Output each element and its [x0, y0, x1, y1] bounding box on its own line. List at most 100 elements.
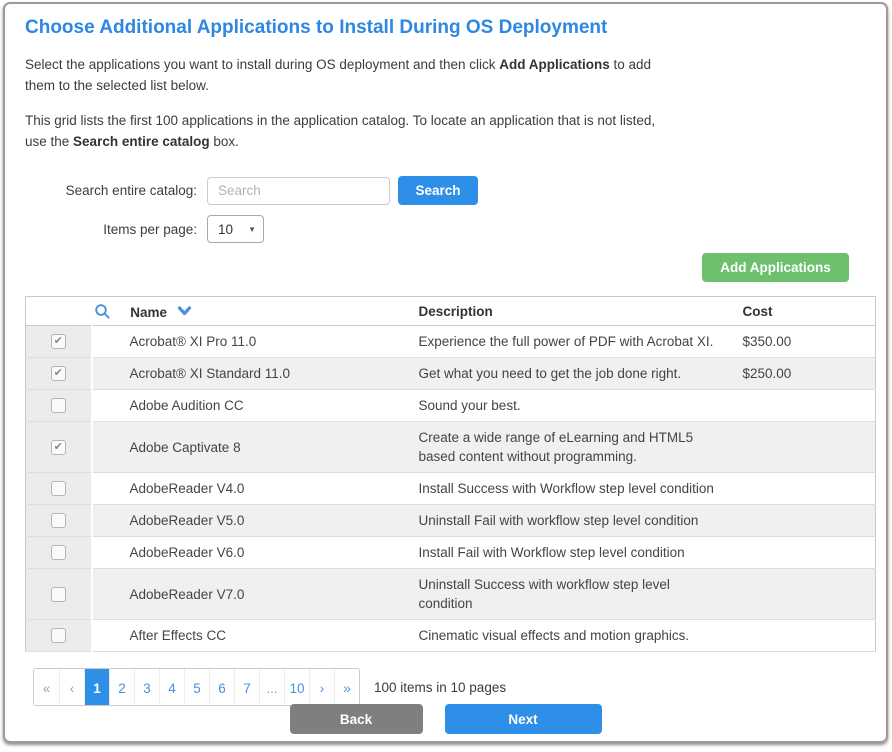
back-button[interactable]: Back — [290, 704, 423, 734]
checkbox-unchecked[interactable] — [51, 398, 66, 413]
pagination-page-2[interactable]: 2 — [109, 669, 134, 706]
column-header-name[interactable]: Name — [130, 305, 167, 320]
search-input[interactable] — [207, 177, 390, 205]
pagination-page-4[interactable]: 4 — [159, 669, 184, 706]
page-title: Choose Additional Applications to Instal… — [25, 17, 866, 39]
items-per-page-label: Items per page: — [25, 222, 207, 237]
chevron-down-icon: ▼ — [248, 225, 256, 234]
column-header-cost[interactable]: Cost — [731, 297, 876, 326]
row-checkbox-cell — [26, 537, 92, 569]
app-cost — [731, 537, 876, 569]
row-checkbox-cell — [26, 473, 92, 505]
row-checkbox-cell: ✔ — [26, 326, 92, 358]
search-label: Search entire catalog: — [25, 183, 207, 198]
add-applications-button[interactable]: Add Applications — [702, 253, 849, 282]
pagination-page-1-active[interactable]: 1 — [84, 669, 109, 706]
checkbox-unchecked[interactable] — [51, 513, 66, 528]
app-cost — [731, 505, 876, 537]
app-cost: $250.00 — [731, 358, 876, 390]
search-button[interactable]: Search — [398, 176, 478, 205]
pagination-row: «‹1234567...10›» 100 items in 10 pages — [33, 668, 866, 706]
name-column-header[interactable]: Name — [92, 297, 407, 326]
app-cost: $350.00 — [731, 326, 876, 358]
pagination: «‹1234567...10›» — [33, 668, 360, 706]
intro-2-text-after: box. — [210, 134, 239, 149]
next-button[interactable]: Next — [445, 704, 602, 734]
checkbox-checked[interactable]: ✔ — [51, 334, 66, 349]
deployment-dialog: Choose Additional Applications to Instal… — [3, 2, 888, 743]
items-per-page-select[interactable]: 10 ▼ — [207, 215, 264, 243]
items-per-page-value: 10 — [218, 222, 233, 237]
pagination-next-button[interactable]: › — [309, 669, 334, 706]
table-row: AdobeReader V4.0Install Success with Wor… — [26, 473, 876, 505]
pagination-page-7[interactable]: 7 — [234, 669, 259, 706]
app-description: Install Fail with Workflow step level co… — [407, 537, 731, 569]
table-row: AdobeReader V6.0Install Fail with Workfl… — [26, 537, 876, 569]
table-row: ✔ Adobe Captivate 8Create a wide range of… — [26, 422, 876, 473]
checkbox-column-header — [26, 297, 92, 326]
row-checkbox-cell: ✔ — [26, 358, 92, 390]
checkbox-unchecked[interactable] — [51, 628, 66, 643]
app-description: Get what you need to get the job done ri… — [407, 358, 731, 390]
footer-buttons: Back Next — [5, 704, 886, 734]
intro-paragraph-1: Select the applications you want to inst… — [25, 54, 680, 96]
pagination-summary: 100 items in 10 pages — [374, 680, 506, 695]
app-name: AdobeReader V4.0 — [92, 473, 407, 505]
row-checkbox-cell — [26, 569, 92, 620]
app-cost — [731, 390, 876, 422]
app-name: Acrobat® XI Standard 11.0 — [92, 358, 407, 390]
table-row: AdobeReader V7.0Uninstall Success with w… — [26, 569, 876, 620]
intro-2-bold: Search entire catalog — [73, 134, 210, 149]
pagination-last-button[interactable]: » — [334, 669, 359, 706]
intro-1-bold: Add Applications — [499, 57, 610, 72]
table-row: ✔ Acrobat® XI Standard 11.0Get what you n… — [26, 358, 876, 390]
row-checkbox-cell — [26, 505, 92, 537]
app-description: Cinematic visual effects and motion grap… — [407, 620, 731, 652]
table-row: ✔ Acrobat® XI Pro 11.0Experience the full… — [26, 326, 876, 358]
checkbox-unchecked[interactable] — [51, 587, 66, 602]
app-description: Experience the full power of PDF with Ac… — [407, 326, 731, 358]
pagination-first-button[interactable]: « — [34, 669, 59, 706]
intro-paragraph-2: This grid lists the first 100 applicatio… — [25, 110, 680, 152]
row-checkbox-cell — [26, 620, 92, 652]
table-row: Adobe Audition CCSound your best. — [26, 390, 876, 422]
items-per-page-row: Items per page: 10 ▼ — [25, 215, 866, 243]
search-icon[interactable] — [94, 303, 111, 320]
search-form: Search entire catalog: Search Items per … — [25, 176, 866, 243]
app-name: Adobe Audition CC — [92, 390, 407, 422]
add-applications-row: Add Applications — [25, 253, 866, 282]
column-header-description[interactable]: Description — [407, 297, 731, 326]
app-cost — [731, 620, 876, 652]
checkbox-unchecked[interactable] — [51, 481, 66, 496]
row-checkbox-cell — [26, 390, 92, 422]
checkbox-unchecked[interactable] — [51, 545, 66, 560]
pagination-page-5[interactable]: 5 — [184, 669, 209, 706]
row-checkbox-cell: ✔ — [26, 422, 92, 473]
table-row: After Effects CCCinematic visual effects… — [26, 620, 876, 652]
table-header-row: Name Description Cost — [26, 297, 876, 326]
app-description: Uninstall Success with workflow step lev… — [407, 569, 731, 620]
pagination-page-10[interactable]: 10 — [284, 669, 309, 706]
pagination-page-3[interactable]: 3 — [134, 669, 159, 706]
app-description: Sound your best. — [407, 390, 731, 422]
checkbox-checked[interactable]: ✔ — [51, 440, 66, 455]
app-cost — [731, 422, 876, 473]
app-name: Adobe Captivate 8 — [92, 422, 407, 473]
app-name: After Effects CC — [92, 620, 407, 652]
app-cost — [731, 473, 876, 505]
pagination-page-6[interactable]: 6 — [209, 669, 234, 706]
app-description: Install Success with Workflow step level… — [407, 473, 731, 505]
search-row: Search entire catalog: Search — [25, 176, 866, 205]
app-name: AdobeReader V7.0 — [92, 569, 407, 620]
intro-1-text: Select the applications you want to inst… — [25, 57, 499, 72]
checkbox-checked[interactable]: ✔ — [51, 366, 66, 381]
pagination-ellipsis: ... — [259, 669, 284, 706]
pagination-prev-button[interactable]: ‹ — [59, 669, 84, 706]
app-description: Uninstall Fail with workflow step level … — [407, 505, 731, 537]
app-name: Acrobat® XI Pro 11.0 — [92, 326, 407, 358]
applications-table: Name Description Cost ✔ Acrobat® XI Pro 1… — [25, 296, 876, 652]
table-row: AdobeReader V5.0Uninstall Fail with work… — [26, 505, 876, 537]
app-description: Create a wide range of eLearning and HTM… — [407, 422, 731, 473]
app-name: AdobeReader V5.0 — [92, 505, 407, 537]
sort-descending-icon — [177, 306, 192, 316]
